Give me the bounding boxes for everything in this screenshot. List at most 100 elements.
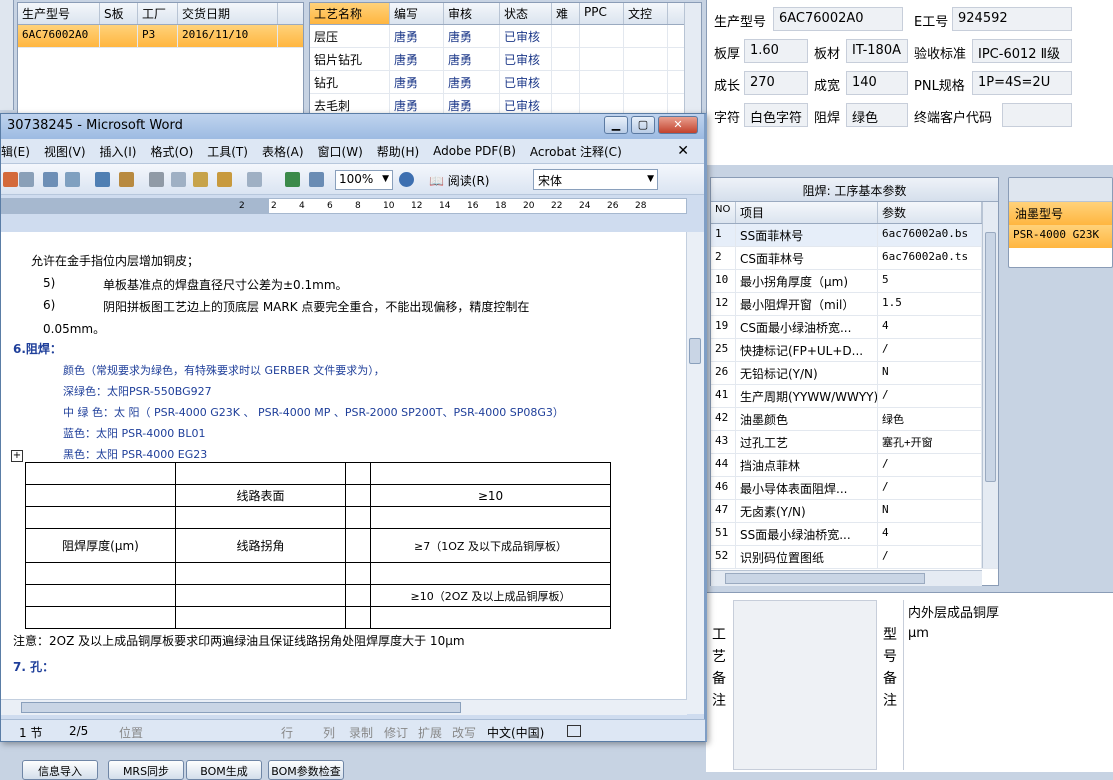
params-hscroll-thumb[interactable]	[725, 573, 925, 584]
print-preview-icon[interactable]	[65, 172, 80, 187]
cut-icon[interactable]	[149, 172, 164, 187]
status-extend[interactable]: 扩展	[418, 724, 442, 741]
col-factory[interactable]: 工厂	[138, 3, 178, 24]
table-move-icon[interactable]: +	[11, 450, 23, 462]
process-row[interactable]: 铝片钻孔 唐勇 唐勇 已审核	[310, 48, 701, 71]
copy-icon[interactable]	[171, 172, 186, 187]
field-material[interactable]: IT-180A	[846, 39, 908, 63]
col-item[interactable]: 项目	[736, 202, 878, 223]
col-no[interactable]: NO	[711, 202, 736, 223]
col-model[interactable]: 生产型号	[18, 3, 100, 24]
col-difficulty[interactable]: 难	[552, 3, 580, 24]
col-param[interactable]: 参数	[878, 202, 982, 223]
doc-hscroll[interactable]	[1, 699, 687, 715]
params-vscroll-thumb[interactable]	[985, 232, 996, 482]
col-process-name[interactable]: 工艺名称	[310, 3, 390, 24]
col-doc-control[interactable]: 文控	[624, 3, 668, 24]
help-icon[interactable]	[399, 172, 414, 187]
params-vscroll[interactable]	[982, 202, 998, 568]
ink-grid[interactable]: 油墨型号 PSR-4000 G23K	[1008, 177, 1113, 268]
close-doc-icon[interactable]: ✕	[677, 143, 689, 159]
doc-vscroll[interactable]	[686, 232, 704, 714]
field-std[interactable]: IPC-6012 Ⅱ级	[972, 39, 1072, 63]
save-icon[interactable]	[3, 172, 18, 187]
col-reviewer[interactable]: 审核	[444, 3, 500, 24]
param-row[interactable]: 43 过孔工艺 塞孔+开窗	[711, 431, 998, 454]
menu-edit[interactable]: 辑(E)	[1, 143, 30, 160]
col-s-board[interactable]: S板	[100, 3, 138, 24]
ink-header[interactable]: 油墨型号	[1009, 202, 1112, 225]
menu-table[interactable]: 表格(A)	[262, 143, 304, 160]
process-row[interactable]: 层压 唐勇 唐勇 已审核	[310, 25, 701, 48]
params-grid[interactable]: 阻焊: 工序基本参数 NO 项目 参数 1 SS面菲林号 6ac76002a0.bs…	[710, 177, 999, 586]
spelling-icon[interactable]	[95, 172, 110, 187]
params-hscroll[interactable]	[711, 570, 982, 586]
craft-notes-field[interactable]	[733, 600, 877, 770]
param-row[interactable]: 41 生产周期(YYWW/WWYY) /	[711, 385, 998, 408]
research-icon[interactable]	[119, 172, 134, 187]
table-icon[interactable]	[309, 172, 324, 187]
field-model[interactable]: 6AC76002A0	[773, 7, 903, 31]
btn-bom-generate[interactable]: BOM生成	[186, 760, 262, 780]
document-page[interactable]: 允许在金手指位内层增加铜皮； 5) 单板基准点的焊盘直径尺寸公差为±0.1mm。…	[1, 232, 687, 714]
font-select[interactable]: 宋体 ▼	[533, 169, 658, 190]
menu-insert[interactable]: 插入(I)	[100, 143, 137, 160]
col-author[interactable]: 编写	[390, 3, 444, 24]
col-ppc[interactable]: PPC	[580, 3, 624, 24]
close-button[interactable]: ✕	[658, 116, 698, 134]
menu-tools[interactable]: 工具(T)	[207, 143, 248, 160]
field-legend[interactable]: 白色字符	[744, 103, 808, 127]
process-scrollbar[interactable]	[684, 3, 701, 113]
status-revision[interactable]: 修订	[384, 724, 408, 741]
spelling-status-icon[interactable]	[567, 725, 581, 737]
param-row[interactable]: 19 CS面最小绿油桥宽... 4	[711, 316, 998, 339]
paste-icon[interactable]	[193, 172, 208, 187]
field-pnl[interactable]: 1P=4S=2U	[972, 71, 1072, 95]
param-row[interactable]: 52 识别码位置图纸 /	[711, 546, 998, 569]
order-grid[interactable]: 生产型号 S板 工厂 交货日期 6AC76002A0 P3 2016/11/10	[17, 2, 304, 114]
btn-bom-param-check[interactable]: BOM参数检查	[268, 760, 344, 780]
zoom-select[interactable]: 100% ▼	[335, 170, 393, 190]
model-notes-field[interactable]: 内外层成品铜厚 μm	[903, 600, 1009, 770]
process-row[interactable]: 去毛刺 唐勇 唐勇 已审核	[310, 94, 701, 113]
menu-acrobat[interactable]: Acrobat 注释(C)	[530, 143, 622, 160]
field-thickness[interactable]: 1.60	[744, 39, 808, 63]
ruler[interactable]: 2 2 4 6 8 10 12 14 16 18 20 22 24 26 28	[1, 195, 704, 217]
col-delivery-date[interactable]: 交货日期	[178, 3, 278, 24]
param-row[interactable]: 1 SS面菲林号 6ac76002a0.bs	[711, 224, 998, 247]
order-row[interactable]: 6AC76002A0 P3 2016/11/10	[18, 25, 303, 48]
word-titlebar[interactable]: 30738245 - Microsoft Word ▁ ▢ ✕	[1, 114, 704, 139]
param-row[interactable]: 47 无卤素(Y/N) N	[711, 500, 998, 523]
param-row[interactable]: 2 CS面菲林号 6ac76002a0.ts	[711, 247, 998, 270]
undo-icon[interactable]	[247, 172, 262, 187]
ink-value[interactable]: PSR-4000 G23K	[1009, 225, 1112, 248]
menu-view[interactable]: 视图(V)	[44, 143, 86, 160]
minimize-button[interactable]: ▁	[604, 116, 628, 134]
param-row[interactable]: 51 SS面最小绿油桥宽... 4	[711, 523, 998, 546]
maximize-button[interactable]: ▢	[631, 116, 655, 134]
param-row[interactable]: 10 最小拐角厚度（μm) 5	[711, 270, 998, 293]
menu-help[interactable]: 帮助(H)	[377, 143, 419, 160]
status-overwrite[interactable]: 改写	[452, 724, 476, 741]
process-row[interactable]: 钻孔 唐勇 唐勇 已审核	[310, 71, 701, 94]
param-row[interactable]: 42 油墨颜色 绿色	[711, 408, 998, 431]
status-record[interactable]: 录制	[349, 724, 373, 741]
field-mask[interactable]: 绿色	[846, 103, 908, 127]
param-row[interactable]: 25 快捷标记(FP+UL+D... /	[711, 339, 998, 362]
field-length[interactable]: 270	[744, 71, 808, 95]
doc-vscroll-thumb[interactable]	[689, 338, 701, 364]
menu-adobe-pdf[interactable]: Adobe PDF(B)	[433, 144, 516, 158]
doc-hscroll-thumb[interactable]	[21, 702, 461, 713]
param-row[interactable]: 12 最小阻焊开窗（mil） 1.5	[711, 293, 998, 316]
col-status[interactable]: 状态	[500, 3, 552, 24]
param-row[interactable]: 26 无铅标记(Y/N) N	[711, 362, 998, 385]
print-icon[interactable]	[43, 172, 58, 187]
param-row[interactable]: 46 最小导体表面阻焊... /	[711, 477, 998, 500]
word-window[interactable]: 30738245 - Microsoft Word ▁ ▢ ✕ 辑(E) 视图(…	[0, 113, 707, 742]
menu-format[interactable]: 格式(O)	[150, 143, 193, 160]
hyperlink-icon[interactable]	[285, 172, 300, 187]
field-customer[interactable]	[1002, 103, 1072, 127]
permission-icon[interactable]	[19, 172, 34, 187]
process-grid[interactable]: 工艺名称 编写 审核 状态 难 PPC 文控 层压 唐勇 唐勇 已审核 铝片钻孔 唐勇 唐勇…	[309, 2, 702, 114]
field-width[interactable]: 140	[846, 71, 908, 95]
